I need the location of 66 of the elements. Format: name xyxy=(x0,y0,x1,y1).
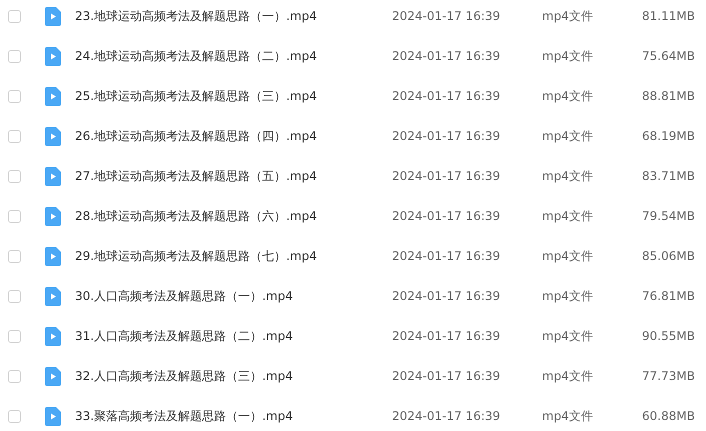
checkbox[interactable] xyxy=(8,90,21,102)
file-type: mp4文件 xyxy=(542,8,594,24)
file-name[interactable]: 25.地球运动高频考法及解题思路（三）.mp4 xyxy=(75,88,392,104)
video-file-icon xyxy=(45,246,61,266)
file-size: 83.71MB xyxy=(642,169,695,183)
video-file-icon xyxy=(45,286,61,306)
file-size: 81.11MB xyxy=(642,9,695,23)
file-name[interactable]: 26.地球运动高频考法及解题思路（四）.mp4 xyxy=(75,128,392,144)
file-name[interactable]: 33.聚落高频考法及解题思路（一）.mp4 xyxy=(75,408,392,424)
file-name[interactable]: 27.地球运动高频考法及解题思路（五）.mp4 xyxy=(75,168,392,184)
video-file-icon xyxy=(45,126,61,146)
file-name[interactable]: 31.人口高频考法及解题思路（二）.mp4 xyxy=(75,328,392,344)
modified-date: 2024-01-17 16:39 xyxy=(392,329,502,343)
modified-date: 2024-01-17 16:39 xyxy=(392,129,502,143)
checkbox[interactable] xyxy=(8,170,21,182)
modified-date: 2024-01-17 16:39 xyxy=(392,409,502,423)
video-file-icon xyxy=(45,6,61,26)
video-file-icon xyxy=(45,46,61,66)
checkbox[interactable] xyxy=(8,10,21,22)
checkbox[interactable] xyxy=(8,130,21,142)
file-type: mp4文件 xyxy=(542,368,594,384)
checkbox[interactable] xyxy=(8,250,21,262)
file-type: mp4文件 xyxy=(542,48,594,64)
file-name[interactable]: 29.地球运动高频考法及解题思路（七）.mp4 xyxy=(75,248,392,264)
modified-date: 2024-01-17 16:39 xyxy=(392,49,502,63)
file-size: 76.81MB xyxy=(642,289,695,303)
file-size: 88.81MB xyxy=(642,89,695,103)
file-size: 68.19MB xyxy=(642,129,695,143)
file-name[interactable]: 30.人口高频考法及解题思路（一）.mp4 xyxy=(75,288,392,304)
file-name[interactable]: 23.地球运动高频考法及解题思路（一）.mp4 xyxy=(75,8,392,24)
file-name[interactable]: 32.人口高频考法及解题思路（三）.mp4 xyxy=(75,368,392,384)
file-type: mp4文件 xyxy=(542,288,594,304)
modified-date: 2024-01-17 16:39 xyxy=(392,89,502,103)
file-name[interactable]: 28.地球运动高频考法及解题思路（六）.mp4 xyxy=(75,208,392,224)
video-file-icon xyxy=(45,166,61,186)
video-file-icon xyxy=(45,86,61,106)
checkbox[interactable] xyxy=(8,410,21,422)
modified-date: 2024-01-17 16:39 xyxy=(392,289,502,303)
video-file-icon xyxy=(45,406,61,426)
checkbox[interactable] xyxy=(8,330,21,342)
file-type: mp4文件 xyxy=(542,248,594,264)
modified-date: 2024-01-17 16:39 xyxy=(392,209,502,223)
file-name[interactable]: 24.地球运动高频考法及解题思路（二）.mp4 xyxy=(75,48,392,64)
file-size: 85.06MB xyxy=(642,249,695,263)
checkbox[interactable] xyxy=(8,50,21,62)
file-type: mp4文件 xyxy=(542,408,594,424)
checkbox[interactable] xyxy=(8,210,21,222)
file-size: 77.73MB xyxy=(642,369,695,383)
modified-date: 2024-01-17 16:39 xyxy=(392,369,502,383)
file-type: mp4文件 xyxy=(542,208,594,224)
modified-date: 2024-01-17 16:39 xyxy=(392,169,502,183)
video-file-icon xyxy=(45,366,61,386)
file-size: 79.54MB xyxy=(642,209,695,223)
file-type: mp4文件 xyxy=(542,328,594,344)
modified-date: 2024-01-17 16:39 xyxy=(392,249,502,263)
file-type: mp4文件 xyxy=(542,168,594,184)
file-size: 75.64MB xyxy=(642,49,695,63)
file-size: 60.88MB xyxy=(642,409,695,423)
file-size: 90.55MB xyxy=(642,329,695,343)
file-type: mp4文件 xyxy=(542,88,594,104)
file-type: mp4文件 xyxy=(542,128,594,144)
modified-date: 2024-01-17 16:39 xyxy=(392,9,502,23)
video-file-icon xyxy=(45,206,61,226)
checkbox[interactable] xyxy=(8,370,21,382)
video-file-icon xyxy=(45,326,61,346)
checkbox[interactable] xyxy=(8,290,21,302)
